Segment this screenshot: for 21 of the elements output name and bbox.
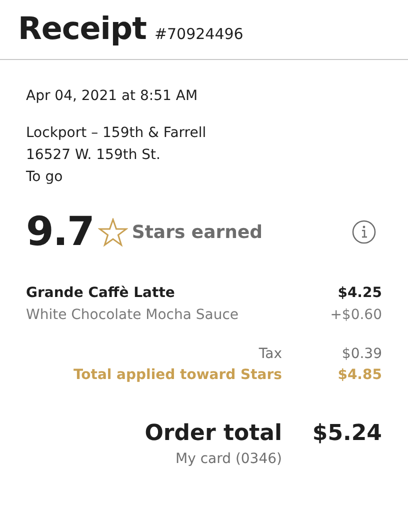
payment-method: My card (0346) (174, 450, 282, 469)
modifier-name: White Chocolate Mocha Sauce (26, 306, 239, 325)
store-address-line: 16527 W. 159th St. (26, 146, 162, 165)
star-icon (98, 218, 128, 246)
summary-label: Total applied toward Stars (72, 366, 282, 385)
modifier-price: +$0.60 (330, 306, 382, 325)
receipt-title: Receipt (18, 10, 146, 49)
stars-label: Stars earned (132, 220, 263, 244)
order-total-amount: $5.24 (311, 420, 382, 448)
order-date: Apr 04, 2021 at 8:51 AM (26, 87, 199, 106)
item-name: Grande Caffè Latte (26, 284, 175, 303)
summary-label: Tax (258, 345, 282, 364)
summary-amount: $4.85 (336, 366, 382, 385)
info-icon[interactable] (352, 220, 376, 244)
store-address-line: To go (26, 168, 64, 187)
order-total-label: Order total (144, 420, 282, 448)
store-address-line: Lockport – 159th & Farrell (26, 124, 208, 143)
summary-amount: $0.39 (340, 345, 382, 364)
item-price: $4.25 (338, 284, 382, 303)
stars-value: 9.7 (26, 212, 94, 252)
receipt-number: #70924496 (154, 24, 244, 45)
